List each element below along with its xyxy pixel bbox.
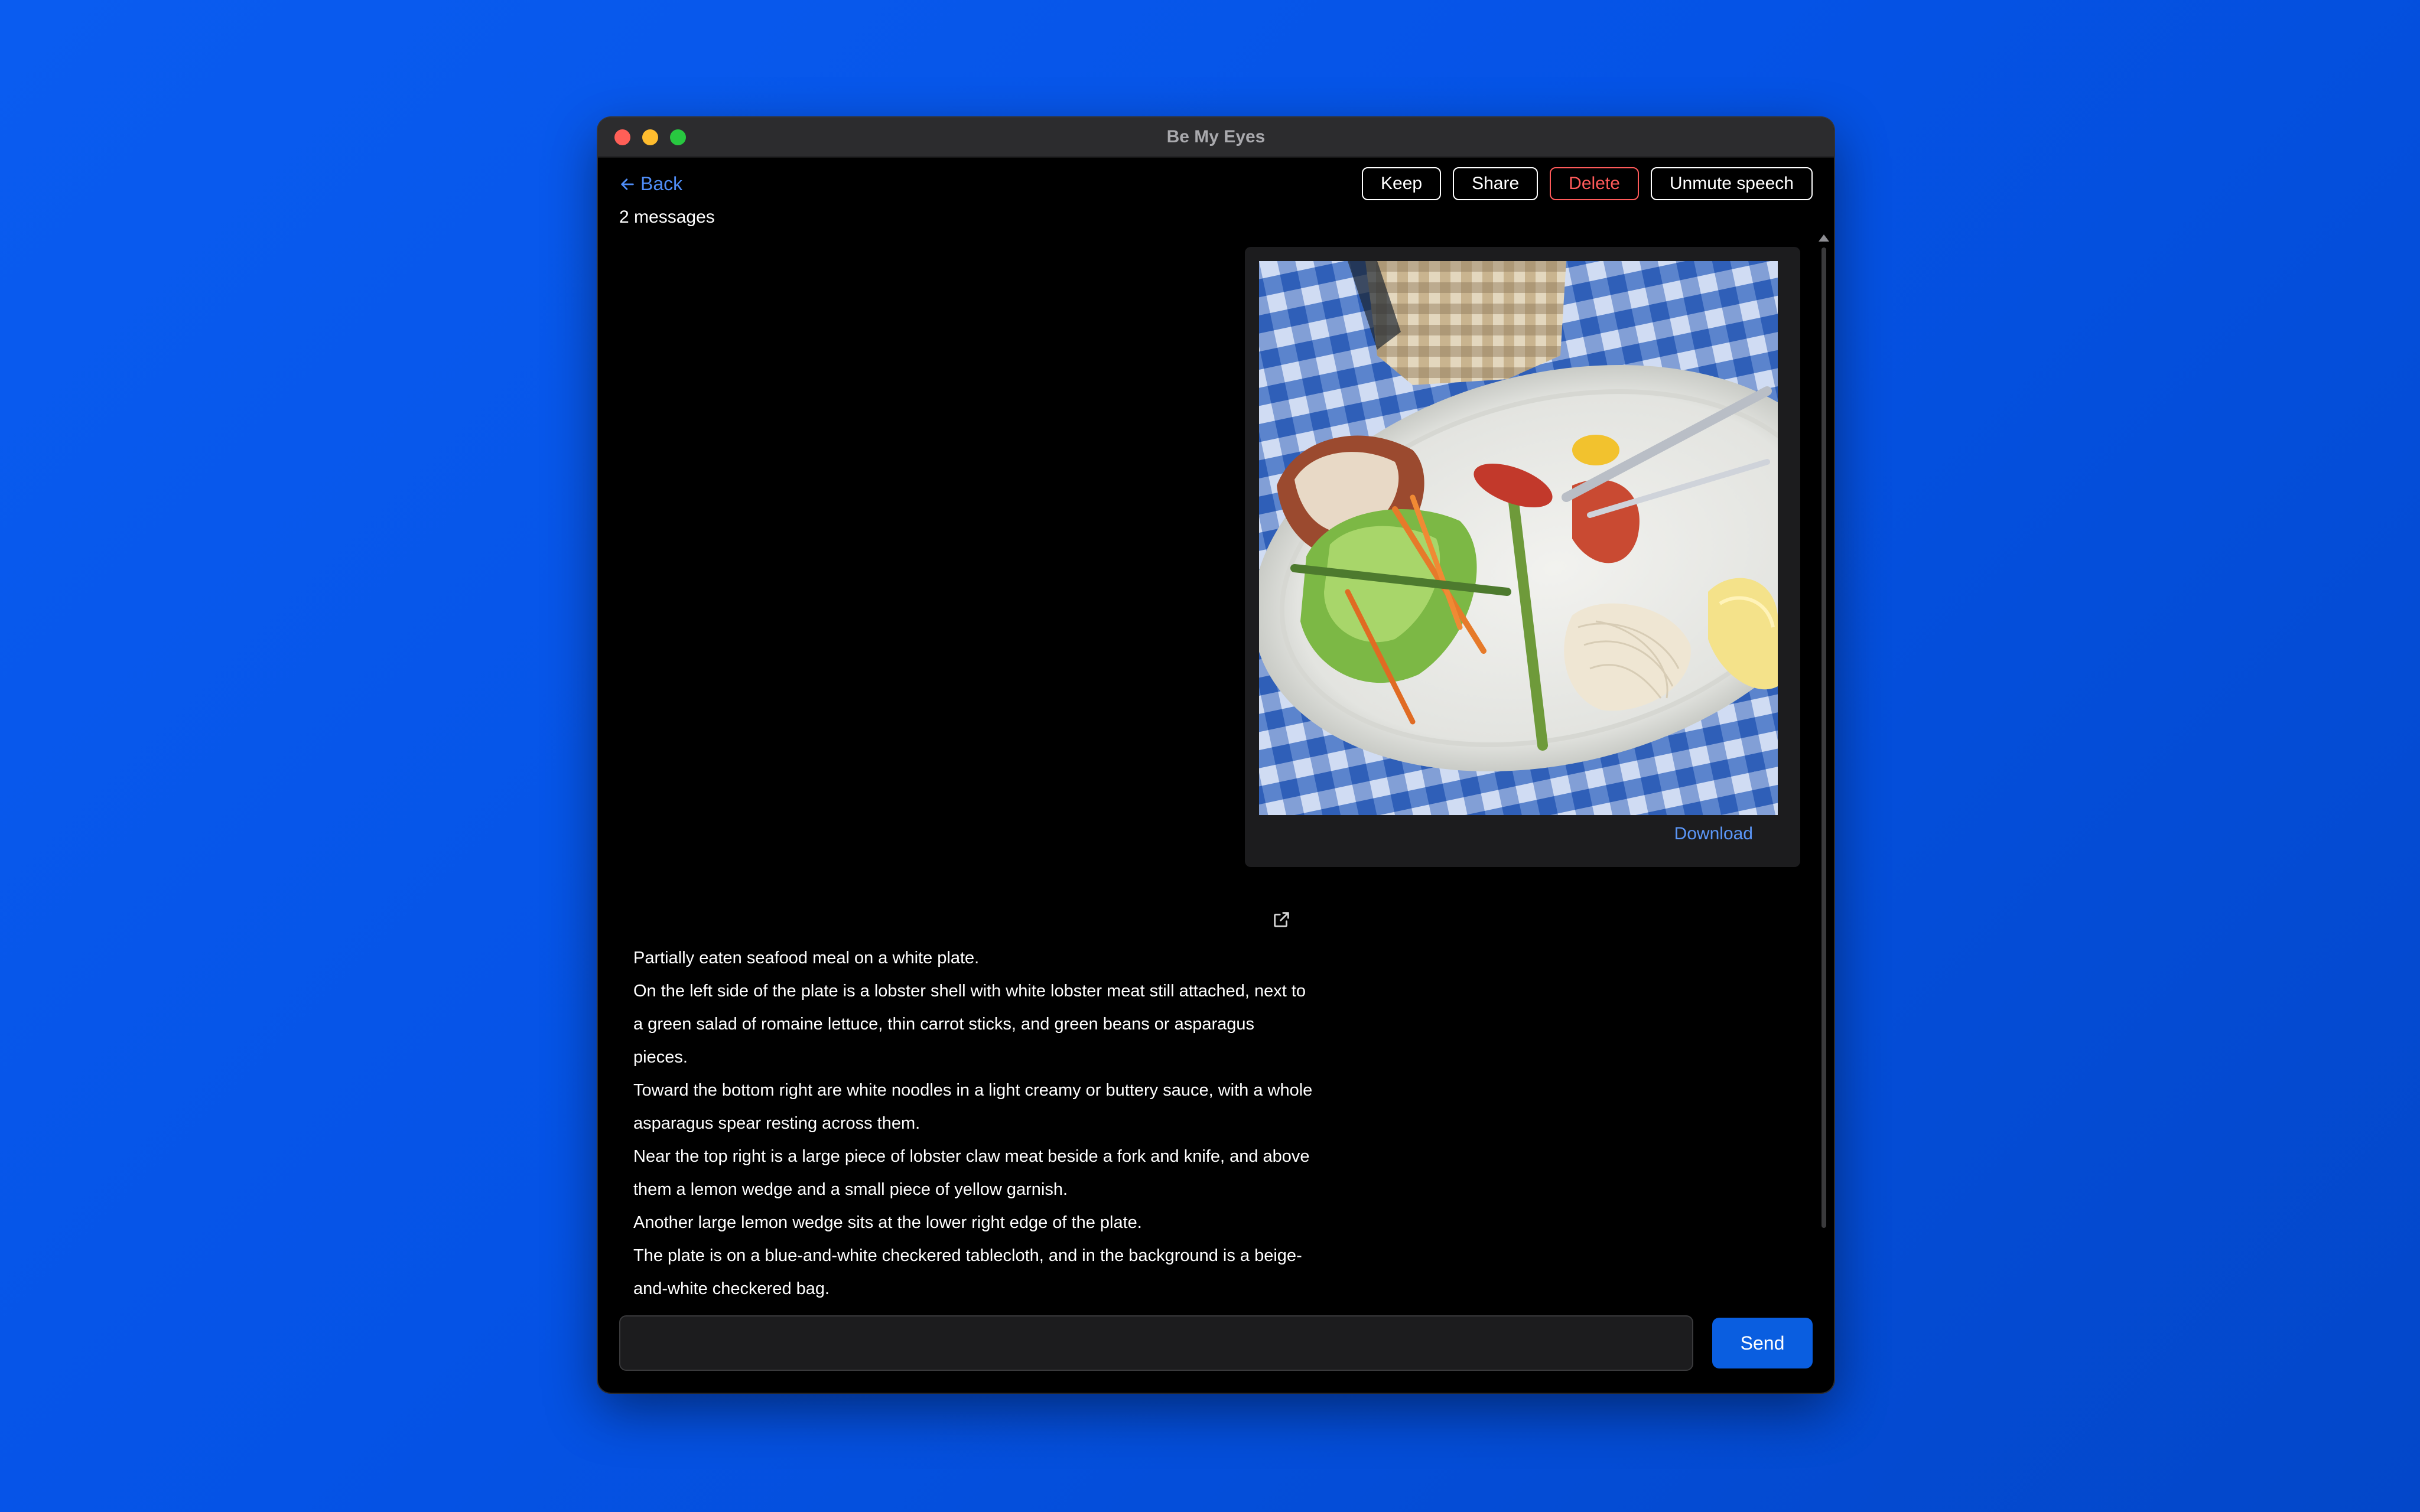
download-link[interactable]: Download	[1674, 824, 1753, 844]
image-message-card: Download	[1245, 247, 1800, 867]
toolbar: Keep Share Delete Unmute speech	[1362, 167, 1813, 200]
description-line: On the left side of the plate is a lobst…	[633, 982, 1306, 1067]
description-line: Near the top right is a large piece of l…	[633, 1147, 1310, 1199]
description-line: Toward the bottom right are white noodle…	[633, 1081, 1313, 1133]
message-input[interactable]	[619, 1315, 1693, 1371]
unmute-speech-button[interactable]: Unmute speech	[1650, 167, 1813, 200]
back-link[interactable]: Back	[619, 173, 682, 195]
window-title: Be My Eyes	[1166, 127, 1266, 146]
delete-button[interactable]: Delete	[1550, 167, 1639, 200]
share-button[interactable]: Share	[1453, 167, 1538, 200]
meal-photo[interactable]	[1259, 261, 1778, 815]
send-button[interactable]: Send	[1712, 1318, 1813, 1368]
open-external-icon[interactable]	[1271, 910, 1292, 930]
title-bar: Be My Eyes	[598, 118, 1834, 158]
scrollbar-track[interactable]	[1821, 247, 1826, 1228]
app-window: Be My Eyes Back 2 messages Keep Share De…	[598, 118, 1834, 1393]
message-scrollbar[interactable]	[1816, 230, 1832, 1299]
description-line: The plate is on a blue-and-white checker…	[633, 1246, 1302, 1298]
meal-photo-illustration	[1259, 261, 1778, 815]
back-label: Back	[640, 173, 683, 194]
description-line: Partially eaten seafood meal on a white …	[633, 949, 980, 967]
message-count: 2 messages	[619, 207, 715, 227]
image-description: Partially eaten seafood meal on a white …	[633, 941, 1313, 1305]
scroll-up-arrow-icon[interactable]	[1819, 234, 1829, 242]
keep-button[interactable]: Keep	[1362, 167, 1442, 200]
description-line: Another large lemon wedge sits at the lo…	[633, 1213, 1142, 1232]
arrow-left-icon	[621, 178, 634, 190]
